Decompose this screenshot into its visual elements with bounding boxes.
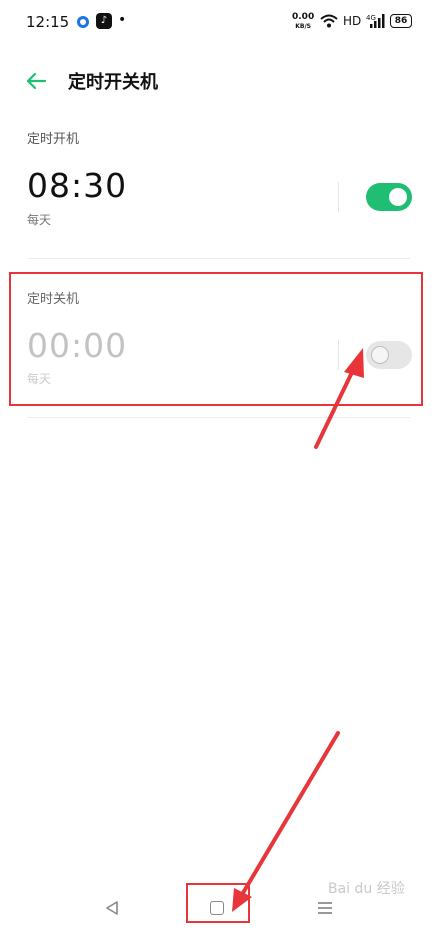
nav-back-icon[interactable] xyxy=(104,900,120,916)
power-on-repeat: 每天 xyxy=(27,213,52,227)
nav-menu-icon[interactable] xyxy=(318,902,332,917)
network-speed-value: 0.00 xyxy=(292,12,315,22)
annotation-box-power-off xyxy=(9,272,423,406)
notification-app-icon xyxy=(77,16,89,28)
signal-type-label: 4G xyxy=(366,14,376,22)
back-arrow-icon[interactable] xyxy=(24,69,48,93)
signal-icon: 4G xyxy=(366,14,385,28)
wifi-icon xyxy=(320,14,338,28)
battery-icon: 86 xyxy=(390,14,412,28)
battery-level: 86 xyxy=(394,16,408,26)
network-speed-unit: KB/S xyxy=(295,23,311,30)
hd-indicator: HD xyxy=(343,14,362,28)
tiktok-icon: ♪ xyxy=(96,13,112,29)
section-divider xyxy=(27,258,410,259)
app-header: 定时开关机 xyxy=(0,56,437,106)
power-on-toggle[interactable] xyxy=(366,183,412,211)
toggle-knob xyxy=(389,188,407,206)
status-bar: 12:15 ♪ • 0.00 KB/S HD 4G 86 xyxy=(0,0,437,46)
nav-home-icon[interactable] xyxy=(210,901,224,915)
row-divider-vertical xyxy=(338,182,339,212)
network-speed: 0.00 KB/S xyxy=(292,13,314,31)
power-on-label: 定时开机 xyxy=(27,132,80,147)
page-title: 定时开关机 xyxy=(68,72,158,93)
power-on-time[interactable]: 08:30 xyxy=(27,166,127,205)
more-notifications-dot-icon: • xyxy=(118,12,127,28)
section-divider xyxy=(27,417,410,418)
status-time: 12:15 xyxy=(26,13,70,31)
power-on-section: 定时开机 08:30 每天 xyxy=(0,124,437,264)
watermark: Bai du 经验 xyxy=(328,881,405,897)
